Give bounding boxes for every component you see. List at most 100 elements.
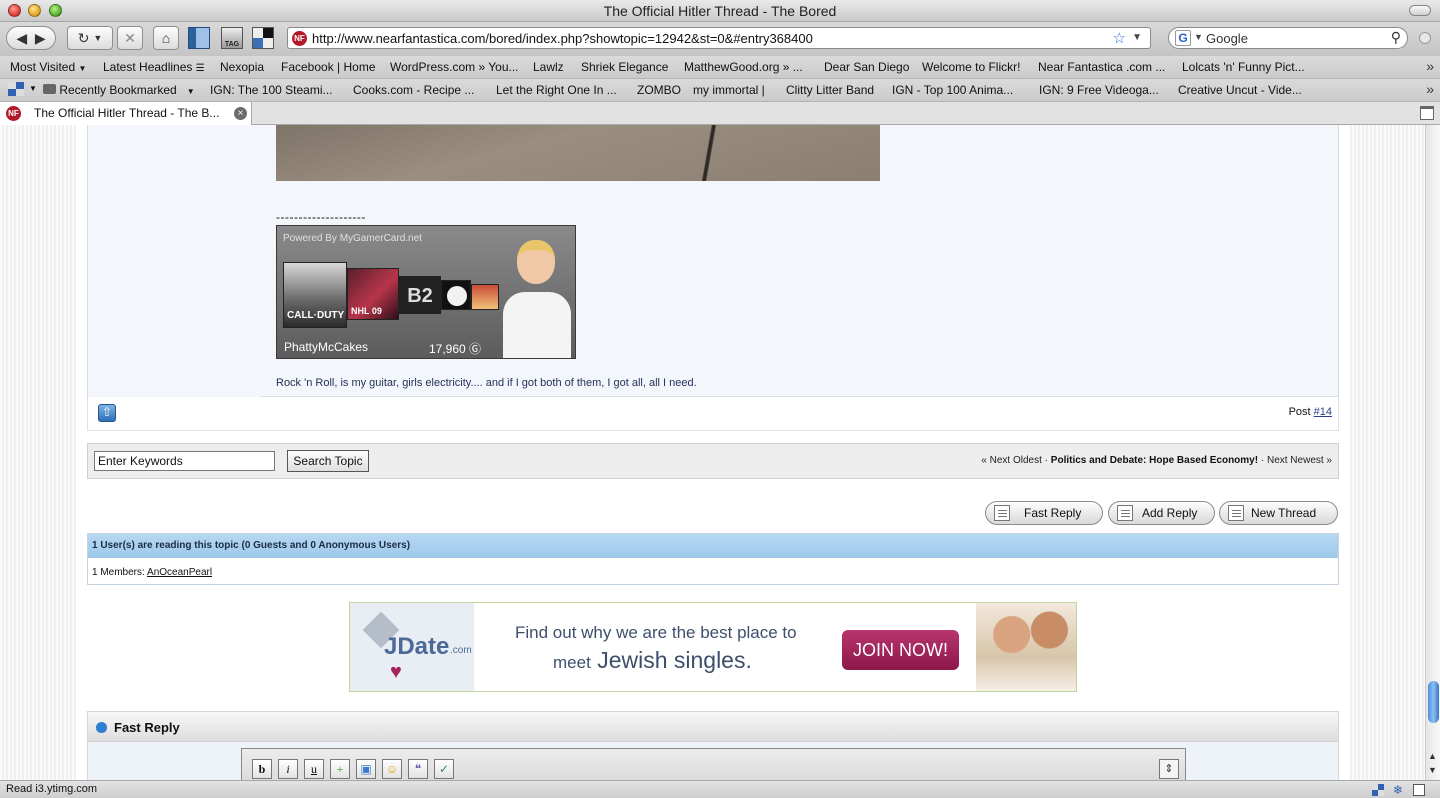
chevron-down-icon[interactable]: ▼: [29, 84, 37, 93]
gamercard-image[interactable]: Powered By MyGamerCard.net CALL·DUTY NHL…: [276, 225, 576, 359]
post-number-link[interactable]: #14: [1314, 406, 1332, 418]
add-reply-icon: [1117, 505, 1133, 521]
back-to-top-icon[interactable]: ⇧: [98, 404, 116, 422]
bookmark-item[interactable]: WordPress.com » You...: [390, 60, 519, 74]
keyword-input[interactable]: [94, 451, 275, 471]
quote-icon[interactable]: ❝: [408, 759, 428, 779]
tab-list-icon[interactable]: [1420, 106, 1434, 120]
bookmarks-overflow-icon[interactable]: »: [1426, 58, 1434, 74]
italic-button[interactable]: i: [278, 759, 298, 779]
signature-quote: Rock 'n Roll, is my guitar, girls electr…: [276, 377, 697, 389]
bookmark-item[interactable]: IGN: The 100 Steami...: [210, 83, 333, 97]
forum-page: -------------------- Powered By MyGamerC…: [76, 125, 1350, 780]
bookmark-item[interactable]: IGN: 9 Free Videoga...: [1039, 83, 1159, 97]
google-icon[interactable]: G: [1175, 30, 1191, 46]
member-link[interactable]: AnOceanPearl: [147, 567, 212, 578]
bold-button[interactable]: b: [252, 759, 272, 779]
members-label: 1 Members:: [92, 567, 145, 578]
topic-navigation: « Next Oldest · Politics and Debate: Hop…: [981, 455, 1332, 466]
resize-editor-icon[interactable]: ⇕: [1159, 759, 1179, 779]
stop-button[interactable]: ✕: [117, 26, 143, 50]
home-icon: ⌂: [161, 30, 171, 46]
bookmark-item[interactable]: MatthewGood.org » ...: [684, 60, 803, 74]
scroll-up-icon[interactable]: ▲: [1428, 751, 1437, 761]
bookmark-item[interactable]: Lawlz: [533, 60, 564, 74]
bookmark-item[interactable]: Clitty Litter Band: [786, 83, 874, 97]
post-author-column: [88, 125, 260, 397]
tab-label: The Official Hitler Thread - The B...: [34, 106, 220, 120]
bookmark-item[interactable]: Lolcats 'n' Funny Pict...: [1182, 60, 1305, 74]
search-bar[interactable]: G ▼ Google ⚲: [1168, 27, 1408, 49]
next-newest-link[interactable]: Next Newest »: [1267, 455, 1332, 466]
search-engine-dropdown-icon[interactable]: ▼: [1194, 32, 1203, 42]
underline-button[interactable]: u: [304, 759, 324, 779]
game-tile-nhl: NHL 09: [347, 268, 399, 320]
home-button[interactable]: ⌂: [153, 26, 179, 50]
fast-reply-header: Fast Reply: [88, 712, 1338, 742]
search-engine-label[interactable]: Google: [1206, 31, 1248, 46]
emoticon-icon[interactable]: ☺: [382, 759, 402, 779]
bookmark-latest-headlines[interactable]: Latest Headlines ☰: [103, 60, 205, 74]
search-icon[interactable]: ⚲: [1391, 29, 1401, 46]
back-forward-buttons[interactable]: ◀ ▶: [6, 26, 56, 50]
bookmark-item[interactable]: Let the Right One In ...: [496, 83, 617, 97]
bookmark-item[interactable]: Welcome to Flickr!: [922, 60, 1020, 74]
scroll-down-icon[interactable]: ▼: [1428, 765, 1437, 775]
address-bar[interactable]: NF http://www.nearfantastica.com/bored/i…: [287, 27, 1151, 49]
next-oldest-link[interactable]: « Next Oldest: [981, 455, 1042, 466]
bookmark-item[interactable]: IGN - Top 100 Anima...: [892, 83, 1013, 97]
mail-icon[interactable]: [1413, 784, 1425, 796]
add-reply-button[interactable]: Add Reply: [1108, 501, 1215, 525]
scrollbar-thumb[interactable]: [1428, 681, 1439, 723]
insert-link-icon[interactable]: +: [330, 759, 350, 779]
signature-separator: --------------------: [276, 210, 366, 224]
join-now-button[interactable]: JOIN NOW!: [842, 630, 959, 670]
toolbar-toggle-button[interactable]: [1409, 5, 1431, 16]
bookmark-icon[interactable]: [188, 27, 210, 49]
insert-image-icon[interactable]: ▣: [356, 759, 376, 779]
bookmark-item[interactable]: Cooks.com - Recipe ...: [353, 83, 474, 97]
snowflake-icon[interactable]: ❄: [1393, 784, 1405, 796]
star-icon[interactable]: ☆: [1113, 29, 1126, 47]
fast-reply-title: Fast Reply: [114, 720, 180, 735]
search-topic-button[interactable]: Search Topic: [287, 450, 369, 472]
bookmark-recently-bookmarked[interactable]: Recently Bookmarked ▼: [43, 83, 195, 97]
vertical-scrollbar[interactable]: ▲ ▼: [1425, 125, 1440, 780]
activity-indicator-icon: [1419, 32, 1431, 44]
ad-subheadline-prefix: meet: [553, 653, 591, 672]
bookmarks-toolbar: Most Visited ▼ Latest Headlines ☰ Nexopi…: [0, 56, 1440, 79]
delicious-icon[interactable]: [252, 27, 274, 49]
new-thread-label: New Thread: [1251, 506, 1317, 520]
url-dropdown-icon[interactable]: ▼: [1132, 32, 1142, 43]
close-tab-icon[interactable]: ×: [234, 107, 247, 120]
delicious-icon[interactable]: [8, 82, 24, 96]
gamerscore-icon: Ⓖ: [469, 342, 482, 356]
bookmark-item[interactable]: Shriek Elegance: [581, 60, 668, 74]
bookmark-most-visited[interactable]: Most Visited ▼: [10, 60, 86, 74]
bookmark-item[interactable]: Dear San Diego: [824, 60, 909, 74]
post-label: Post: [1288, 406, 1311, 418]
game-tile-label: NHL 09: [351, 306, 382, 316]
spellcheck-icon[interactable]: ✓: [434, 759, 454, 779]
bookmark-item[interactable]: Nexopia: [220, 60, 264, 74]
delicious-icon[interactable]: [1372, 784, 1384, 796]
tab-active[interactable]: NF The Official Hitler Thread - The B...…: [0, 102, 252, 125]
current-forum-topic[interactable]: Politics and Debate: Hope Based Economy!: [1051, 455, 1258, 466]
jdate-advertisement[interactable]: JDate .com ♥ Find out why we are the bes…: [349, 602, 1077, 692]
tag-icon[interactable]: TAG: [221, 27, 243, 49]
reload-button[interactable]: ↻ ▼: [67, 26, 113, 50]
site-favicon-icon: NF: [6, 106, 21, 121]
bookmark-item[interactable]: ZOMBO: [637, 83, 681, 97]
bookmark-label: Most Visited: [10, 60, 76, 74]
bookmarks-overflow-icon[interactable]: »: [1426, 81, 1434, 97]
fast-reply-button[interactable]: Fast Reply: [985, 501, 1103, 525]
bookmark-item[interactable]: Near Fantastica .com ...: [1038, 60, 1165, 74]
back-icon[interactable]: ◀: [16, 30, 27, 47]
post-footer: ⇧ Post #14: [87, 397, 1339, 431]
forward-icon[interactable]: ▶: [35, 30, 46, 47]
bookmark-item[interactable]: my immortal |: [693, 83, 765, 97]
new-thread-button[interactable]: New Thread: [1219, 501, 1338, 525]
bookmark-item[interactable]: Creative Uncut - Vide...: [1178, 83, 1302, 97]
bookmark-item[interactable]: Facebook | Home: [281, 60, 376, 74]
url-text[interactable]: http://www.nearfantastica.com/bored/inde…: [312, 31, 813, 46]
